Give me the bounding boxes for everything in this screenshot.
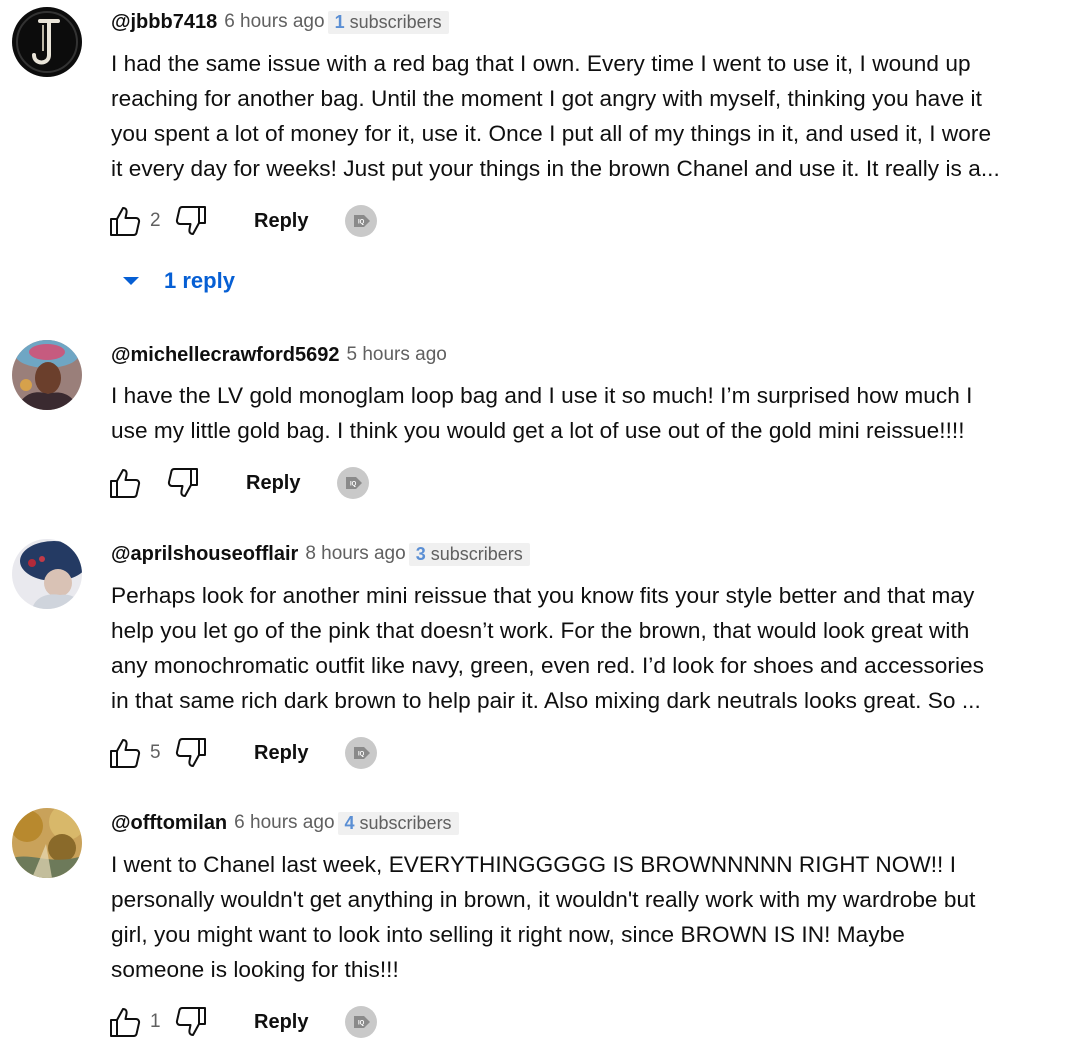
avatar[interactable] <box>12 808 82 878</box>
avatar[interactable] <box>12 340 82 410</box>
svg-text:IQ: IQ <box>358 1021 365 1027</box>
autumn-landscape-icon <box>12 808 82 878</box>
comment-header: @aprilshouseofflair 8 hours ago 3 subscri… <box>111 539 530 569</box>
dislike-button[interactable] <box>165 465 201 501</box>
comment-header: @jbbb7418 6 hours ago 1 subscribers <box>111 7 449 37</box>
thumbs-down-icon <box>175 206 206 235</box>
comment-line: Perhaps look for another mini reissue th… <box>111 583 975 608</box>
tag-icon: IQ <box>354 1016 371 1028</box>
subscriber-count: 3 <box>415 543 426 564</box>
author-handle[interactable]: @jbbb7418 <box>111 11 217 34</box>
woman-portrait-icon <box>12 340 82 410</box>
comment-actions: Reply IQ <box>107 463 370 503</box>
subscriber-badge: 1 subscribers <box>327 10 449 34</box>
comment-line: it every day for weeks! Just put your th… <box>111 156 1000 181</box>
thumbs-up-icon <box>110 207 141 236</box>
like-button[interactable] <box>107 735 143 771</box>
navy-hat-portrait-icon <box>12 539 82 609</box>
subscriber-count: 1 <box>334 11 345 32</box>
like-count: 2 <box>150 210 161 231</box>
extension-tag-button[interactable]: IQ <box>337 467 370 499</box>
tag-icon: IQ <box>354 747 371 759</box>
comment-line: girl, you might want to look into sellin… <box>111 922 905 947</box>
timestamp[interactable]: 8 hours ago <box>305 543 405 565</box>
timestamp[interactable]: 5 hours ago <box>347 344 447 366</box>
comment-text: Perhaps look for another mini reissue th… <box>111 578 1071 718</box>
comment-line: I had the same issue with a red bag that… <box>111 51 971 76</box>
svg-text:IQ: IQ <box>358 220 365 226</box>
subscriber-badge: 4 subscribers <box>337 811 459 835</box>
comment-text: I went to Chanel last week, EVERYTHINGGG… <box>111 847 1071 987</box>
like-button[interactable] <box>107 203 143 239</box>
extension-tag-button[interactable]: IQ <box>345 1006 378 1038</box>
like-count: 5 <box>150 742 161 763</box>
subscriber-label: subscribers <box>349 11 442 32</box>
comment-line: help you let go of the pink that doesn’t… <box>111 618 970 643</box>
comment-line: I went to Chanel last week, EVERYTHINGGG… <box>111 852 957 877</box>
svg-text:IQ: IQ <box>350 482 357 488</box>
timestamp[interactable]: 6 hours ago <box>234 812 334 834</box>
thumbs-up-icon <box>110 739 141 768</box>
comment-line: I have the LV gold monoglam loop bag and… <box>111 383 973 408</box>
tag-icon: IQ <box>346 477 363 489</box>
thumbs-up-icon <box>110 1008 141 1037</box>
dislike-button[interactable] <box>173 735 209 771</box>
comment-header: @offtomilan 6 hours ago 4 subscribers <box>111 808 459 838</box>
like-count: 1 <box>150 1011 161 1032</box>
comment-line: personally wouldn't get anything in brow… <box>111 887 976 912</box>
reply-button[interactable]: Reply <box>254 210 308 233</box>
author-handle[interactable]: @aprilshouseofflair <box>111 543 298 566</box>
subscriber-label: subscribers <box>430 543 523 564</box>
extension-tag-button[interactable]: IQ <box>345 737 378 769</box>
letter-j-monogram-icon <box>12 7 82 77</box>
author-handle[interactable]: @michellecrawford5692 <box>111 344 340 367</box>
comment-text: I had the same issue with a red bag that… <box>111 46 1071 186</box>
reply-button[interactable]: Reply <box>246 472 300 495</box>
like-button[interactable] <box>107 1004 143 1040</box>
dislike-button[interactable] <box>173 1004 209 1040</box>
comment-line: reaching for another bag. Until the mome… <box>111 86 982 111</box>
comment-header: @michellecrawford5692 5 hours ago <box>111 340 447 370</box>
subscriber-count: 4 <box>344 812 355 833</box>
thumbs-down-icon <box>167 468 198 497</box>
comment-actions: 2 Reply IQ <box>107 201 378 241</box>
tag-icon: IQ <box>354 215 371 227</box>
timestamp[interactable]: 6 hours ago <box>224 11 324 33</box>
comment-text: I have the LV gold monoglam loop bag and… <box>111 378 1071 448</box>
comment-line: use my little gold bag. I think you woul… <box>111 418 965 443</box>
comment-line: any monochromatic outfit like navy, gree… <box>111 653 984 678</box>
comment-line: in that same rich dark brown to help pai… <box>111 688 981 713</box>
replies-count-label[interactable]: 1 reply <box>164 268 235 294</box>
subscriber-label: subscribers <box>359 812 452 833</box>
comment-actions: 1 Reply IQ <box>107 1002 378 1042</box>
comment-line: someone is looking for this!!! <box>111 957 399 982</box>
subscriber-badge: 3 subscribers <box>408 542 530 566</box>
like-button[interactable] <box>107 465 143 501</box>
comment-line: you spent a lot of money for it, use it.… <box>111 121 992 146</box>
author-handle[interactable]: @offtomilan <box>111 812 227 835</box>
reply-button[interactable]: Reply <box>254 742 308 765</box>
thumbs-up-icon <box>110 469 141 498</box>
view-replies-button[interactable]: 1 reply <box>121 264 235 298</box>
dislike-button[interactable] <box>173 203 209 239</box>
svg-text:IQ: IQ <box>358 752 365 758</box>
thumbs-down-icon <box>175 1007 206 1036</box>
avatar[interactable] <box>12 539 82 609</box>
extension-tag-button[interactable]: IQ <box>345 205 378 237</box>
thumbs-down-icon <box>175 738 206 767</box>
reply-button[interactable]: Reply <box>254 1011 308 1034</box>
caret-down-icon <box>123 277 139 285</box>
comment-actions: 5 Reply IQ <box>107 733 378 773</box>
avatar[interactable] <box>12 7 82 77</box>
